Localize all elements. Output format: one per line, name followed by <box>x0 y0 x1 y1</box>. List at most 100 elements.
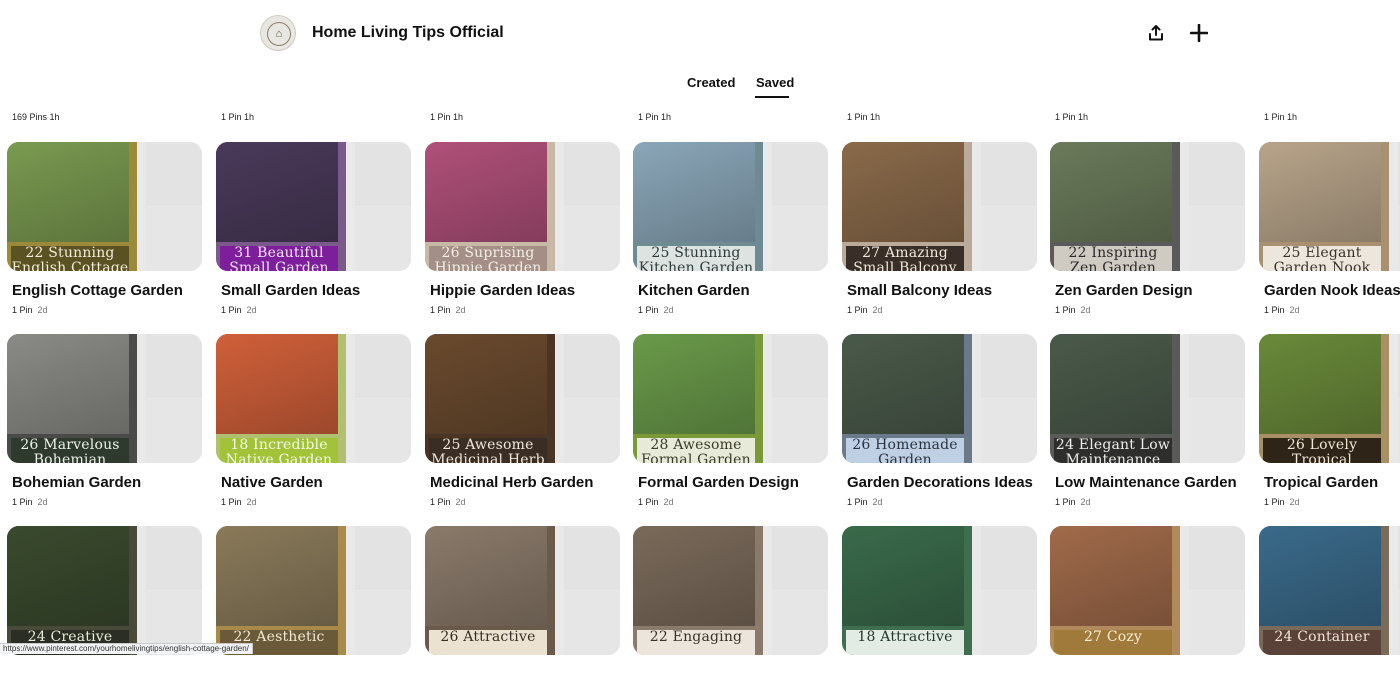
cover-frame <box>1381 334 1389 463</box>
previous-board-meta: 169 Pins 1h <box>12 112 60 122</box>
board-age: 2d <box>872 305 883 315</box>
board-cover-card[interactable]: 26 Suprising Hippie Garden <box>425 142 620 271</box>
board-title[interactable]: Kitchen Garden <box>638 282 750 299</box>
board-cover-card[interactable]: 27 Cozy <box>1050 526 1245 655</box>
board-placeholder-bottom <box>981 591 1037 655</box>
board-meta: 1 Pin 2d <box>638 497 674 507</box>
board-cover-card[interactable]: 22 Engaging <box>633 526 828 655</box>
board-meta <box>430 689 435 699</box>
previous-board-meta: 1 Pin 1h <box>847 112 881 122</box>
board-title[interactable]: Small Garden Ideas <box>221 282 360 299</box>
cover-banner-text: 25 Awesome Medicinal Herb <box>429 438 547 463</box>
board-cover-image: 26 Attractive <box>425 526 555 655</box>
cover-frame <box>547 142 555 271</box>
board-cover-card[interactable]: 26 Attractive <box>425 526 620 655</box>
cover-banner-text: 26 Lovely Tropical Garden <box>1263 438 1381 463</box>
board-placeholder-bottom <box>564 207 620 271</box>
board-title[interactable]: Small Balcony Ideas <box>847 282 992 299</box>
board-placeholder-bottom <box>564 591 620 655</box>
board-age: 2d <box>1080 497 1091 507</box>
board-meta: 1 Pin 2d <box>638 305 674 315</box>
board-title[interactable]: Garden Nook Ideas <box>1264 282 1400 299</box>
board-placeholder-bottom <box>981 207 1037 271</box>
board-age: 2d <box>455 305 466 315</box>
board-title[interactable]: Hippie Garden Ideas <box>430 282 575 299</box>
board-placeholder-top <box>355 526 411 590</box>
board-cover-image: 25 Stunning Kitchen Garden <box>633 142 763 271</box>
board-cover-card[interactable]: 31 Beautiful Small Garden Ideas <box>216 142 411 271</box>
cover-photo <box>1259 142 1389 242</box>
board-cover-card[interactable]: 28 Awesome Formal Garden <box>633 334 828 463</box>
board-cover-card[interactable]: 22 Aesthetic <box>216 526 411 655</box>
cover-photo <box>425 526 555 626</box>
cover-banner-text: 25 Stunning Kitchen Garden <box>637 246 755 271</box>
board-cover-card[interactable]: 25 Stunning Kitchen Garden <box>633 142 828 271</box>
board-cover-image: 26 Homemade Garden <box>842 334 972 463</box>
board-meta: 1 Pin 2d <box>430 305 466 315</box>
cover-photo <box>633 334 763 434</box>
share-button[interactable] <box>1141 18 1171 48</box>
profile-name[interactable]: Home Living Tips Official <box>312 24 504 42</box>
board-meta: 1 Pin 2d <box>847 497 883 507</box>
board-cover-image: 24 Creative <box>7 526 137 655</box>
cover-photo <box>1050 142 1180 242</box>
board-cover-card[interactable]: 18 Attractive <box>842 526 1037 655</box>
board-age: 2d <box>872 497 883 507</box>
tab-created[interactable]: Created <box>687 75 735 90</box>
board-title[interactable]: Medicinal Herb Garden <box>430 474 593 491</box>
board-meta <box>1055 689 1060 699</box>
board-cover-card[interactable]: 24 Elegant Low Maintenance <box>1050 334 1245 463</box>
board-meta: 1 Pin 2d <box>430 497 466 507</box>
board-cover-card[interactable]: 24 Container <box>1259 526 1400 655</box>
board-title[interactable]: Zen Garden Design <box>1055 282 1193 299</box>
board-placeholder-top <box>564 526 620 590</box>
board-meta <box>847 689 852 699</box>
board-cover-card[interactable]: 26 Marvelous Bohemian <box>7 334 202 463</box>
board-placeholder-bottom <box>772 399 828 463</box>
board-meta: 1 Pin 2d <box>1055 305 1091 315</box>
board-cover-image: 22 Engaging <box>633 526 763 655</box>
board-title[interactable]: Bohemian Garden <box>12 474 141 491</box>
board-placeholder-bottom <box>355 591 411 655</box>
board-cover-card[interactable]: 22 Stunning English Cottage <box>7 142 202 271</box>
cover-banner-text: 25 Elegant Garden Nook <box>1263 246 1381 271</box>
profile-tabs: Created Saved <box>0 72 1400 102</box>
profile-avatar[interactable]: ⌂ <box>260 15 296 51</box>
board-placeholder-bottom <box>772 591 828 655</box>
board-title[interactable]: Low Maintenance Garden <box>1055 474 1237 491</box>
profile-header: ⌂ Home Living Tips Official <box>0 0 1400 68</box>
board-cover-card[interactable]: 25 Awesome Medicinal Herb <box>425 334 620 463</box>
create-button[interactable] <box>1184 18 1214 48</box>
board-meta: 1 Pin 2d <box>12 497 48 507</box>
board-placeholder-bottom <box>1189 591 1245 655</box>
board-title[interactable]: Formal Garden Design <box>638 474 799 491</box>
tab-saved[interactable]: Saved <box>756 75 794 90</box>
cover-banner-text: 26 Attractive <box>429 630 547 655</box>
board-title[interactable]: English Cottage Garden <box>12 282 183 299</box>
board-cover-card[interactable]: 25 Elegant Garden Nook <box>1259 142 1400 271</box>
board-placeholder-top <box>981 334 1037 398</box>
cover-photo <box>7 526 137 626</box>
board-meta: 1 Pin 2d <box>1055 497 1091 507</box>
board-cover-card[interactable]: 24 Creative <box>7 526 202 655</box>
board-title[interactable]: Tropical Garden <box>1264 474 1378 491</box>
board-age: 2d <box>246 497 257 507</box>
board-meta <box>1264 689 1269 699</box>
board-cover-card[interactable]: 22 Inspiring Zen Garden <box>1050 142 1245 271</box>
cover-photo <box>216 334 346 434</box>
board-cover-card[interactable]: 18 Incredible Native Garden <box>216 334 411 463</box>
cover-frame <box>547 334 555 463</box>
board-cover-card[interactable]: 26 Lovely Tropical Garden <box>1259 334 1400 463</box>
cover-banner-text: 22 Stunning English Cottage <box>11 246 129 271</box>
active-tab-indicator <box>755 96 789 98</box>
board-cover-image: 27 Cozy <box>1050 526 1180 655</box>
board-pin-count: 1 Pin <box>12 497 33 507</box>
board-cover-card[interactable]: 26 Homemade Garden <box>842 334 1037 463</box>
board-cover-card[interactable]: 27 Amazing Small Balcony <box>842 142 1037 271</box>
board-title[interactable]: Native Garden <box>221 474 323 491</box>
board-title[interactable]: Garden Decorations Ideas <box>847 474 1033 491</box>
board-placeholder-bottom <box>564 399 620 463</box>
board-pin-count: 1 Pin <box>430 497 451 507</box>
share-icon <box>1149 25 1163 41</box>
board-cover-image: 22 Aesthetic <box>216 526 346 655</box>
